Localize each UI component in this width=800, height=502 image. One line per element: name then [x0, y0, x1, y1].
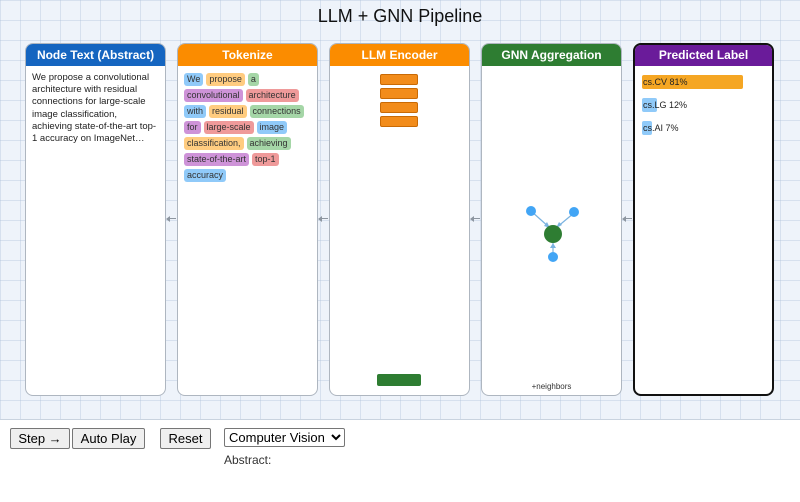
abstract-text: We propose a convolutional architecture … — [32, 72, 157, 145]
prediction-label: cs.LG 12% — [643, 100, 688, 110]
gnn-neighbor-node — [569, 207, 579, 217]
encoder-layer — [380, 116, 418, 127]
token-list: We propose a convolutional architecture with r… — [178, 66, 317, 182]
token-chip: residual — [209, 105, 247, 118]
token-chip: accuracy — [184, 169, 227, 182]
panel-header-node-text: Node Text (Abstract) — [26, 44, 165, 66]
autoplay-button[interactable]: Auto Play — [72, 428, 145, 449]
panel-header-gnn: GNN Aggregation — [482, 44, 621, 66]
embedding-vector — [377, 374, 421, 386]
flow-arrow — [318, 216, 328, 222]
flow-arrow — [166, 216, 176, 222]
prediction-label: cs.CV 81% — [643, 77, 688, 87]
step-button[interactable]: Step → — [10, 428, 70, 449]
panel-node-text: Node Text (Abstract) We propose a convol… — [25, 43, 166, 396]
page-title: LLM + GNN Pipeline — [317, 6, 483, 26]
dataset-select[interactable]: Computer Vision — [224, 428, 345, 447]
flow-arrow — [470, 216, 480, 222]
prediction-row: cs.LG 12% — [642, 98, 772, 112]
token-chip: large-scale — [203, 121, 254, 134]
token-chip: connections — [249, 105, 304, 118]
prediction-label: cs.AI 7% — [643, 123, 679, 133]
encoder-layer — [380, 102, 418, 113]
token-chip: propose — [206, 73, 245, 86]
token-chip: achieving — [246, 137, 291, 150]
token-chip: classification, — [184, 137, 244, 150]
token-chip: top-1 — [252, 153, 279, 166]
token-chip: for — [184, 121, 201, 134]
panel-header-tokenize: Tokenize — [178, 44, 317, 66]
panel-llm-encoder: LLM Encoder — [329, 43, 470, 396]
token-chip: state-of-the-art — [184, 153, 250, 166]
panel-header-llm-encoder: LLM Encoder — [330, 44, 469, 66]
reset-button[interactable]: Reset — [160, 428, 211, 449]
prediction-row: cs.CV 81% — [642, 75, 772, 89]
token-chip: with — [184, 105, 207, 118]
token-chip: architecture — [245, 89, 299, 102]
token-chip: image — [256, 121, 288, 134]
token-chip: a — [247, 73, 259, 86]
prediction-row: cs.AI 7% — [642, 121, 772, 135]
gnn-edge-head — [550, 243, 556, 248]
abstract-label: Abstract: — [224, 453, 272, 467]
gnn-neighbor-node — [548, 252, 558, 262]
gnn-center-node — [544, 225, 562, 243]
token-chip: convolutional — [184, 89, 243, 102]
prediction-list: cs.CV 81% cs.LG 12% cs.AI 7% — [635, 66, 772, 135]
encoder-layer — [380, 74, 418, 85]
gnn-graph — [526, 206, 579, 262]
encoder-layer — [380, 88, 418, 99]
panel-predicted-label: Predicted Label cs.CV 81% cs.LG 12% cs.AI … — [633, 43, 774, 396]
flow-arrow — [622, 216, 632, 222]
token-chip: We — [184, 73, 204, 86]
gnn-neighbor-node — [526, 206, 536, 216]
panel-tokenize: Tokenize We propose a convolutional architec… — [177, 43, 318, 396]
pipeline-stage: LLM + GNN Pipeline Node Text (Abstract) … — [0, 0, 800, 420]
panel-header-predicted-label: Predicted Label — [635, 45, 772, 66]
panel-gnn-aggregation: GNN Aggregation +neighbors — [481, 43, 622, 396]
gnn-note: +neighbors — [531, 382, 572, 391]
